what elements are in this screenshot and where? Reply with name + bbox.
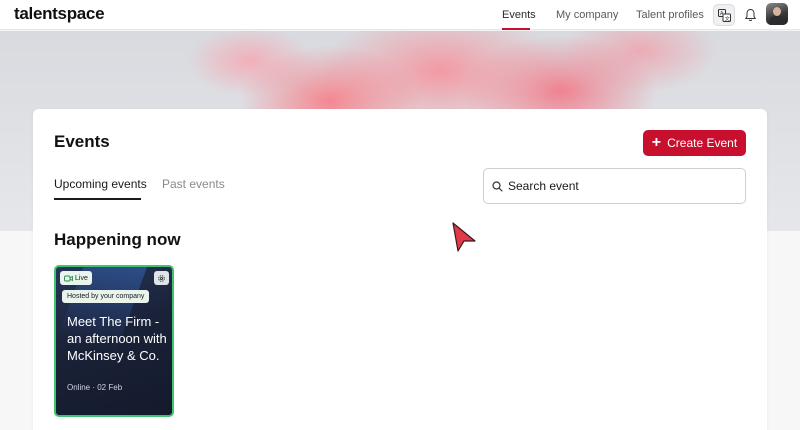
talentspace-logo[interactable]: talentspace [14,4,105,24]
avatar-body [769,16,785,25]
avatar-face [773,7,781,16]
svg-text:文: 文 [724,15,729,22]
tab-upcoming-events[interactable]: Upcoming events [54,177,147,191]
user-avatar[interactable] [766,3,788,25]
tab-past-events[interactable]: Past events [162,177,225,191]
event-settings-button[interactable] [154,271,169,285]
live-badge: Live [60,271,92,285]
svg-text:A: A [720,11,724,17]
live-badge-label: Live [75,274,88,282]
plus-icon: + [651,134,662,151]
top-navigation: talentspace Events My company Talent pro… [0,0,800,30]
section-title-happening-now: Happening now [54,230,181,249]
nav-events[interactable]: Events [502,9,536,21]
event-title: Meet The Firm - an afternoon with McKins… [67,314,167,363]
search-icon [492,180,503,192]
search-box[interactable] [483,168,746,204]
events-panel: Events + Create Event Upcoming events Pa… [33,109,767,430]
bell-icon [744,8,756,22]
video-icon [64,275,73,281]
active-tab-indicator [54,198,141,200]
translate-button[interactable]: A 文 [713,4,735,26]
notifications-button[interactable] [739,4,761,26]
translate-icon: A 文 [717,8,731,22]
event-card[interactable]: Live Hosted by your company Meet The Fir… [54,265,174,417]
gear-icon [158,274,165,282]
create-event-label: Create Event [667,136,738,150]
nav-active-indicator [502,28,530,30]
pointer-cursor-icon [452,222,476,252]
create-event-button[interactable]: + Create Event [643,130,746,156]
search-input[interactable] [508,179,728,193]
nav-my-company[interactable]: My company [556,9,618,21]
page-title: Events [54,132,110,151]
nav-talent-profiles[interactable]: Talent profiles [636,9,704,21]
hosted-tag: Hosted by your company [62,290,150,303]
event-meta: Online · 02 Feb [67,383,123,392]
